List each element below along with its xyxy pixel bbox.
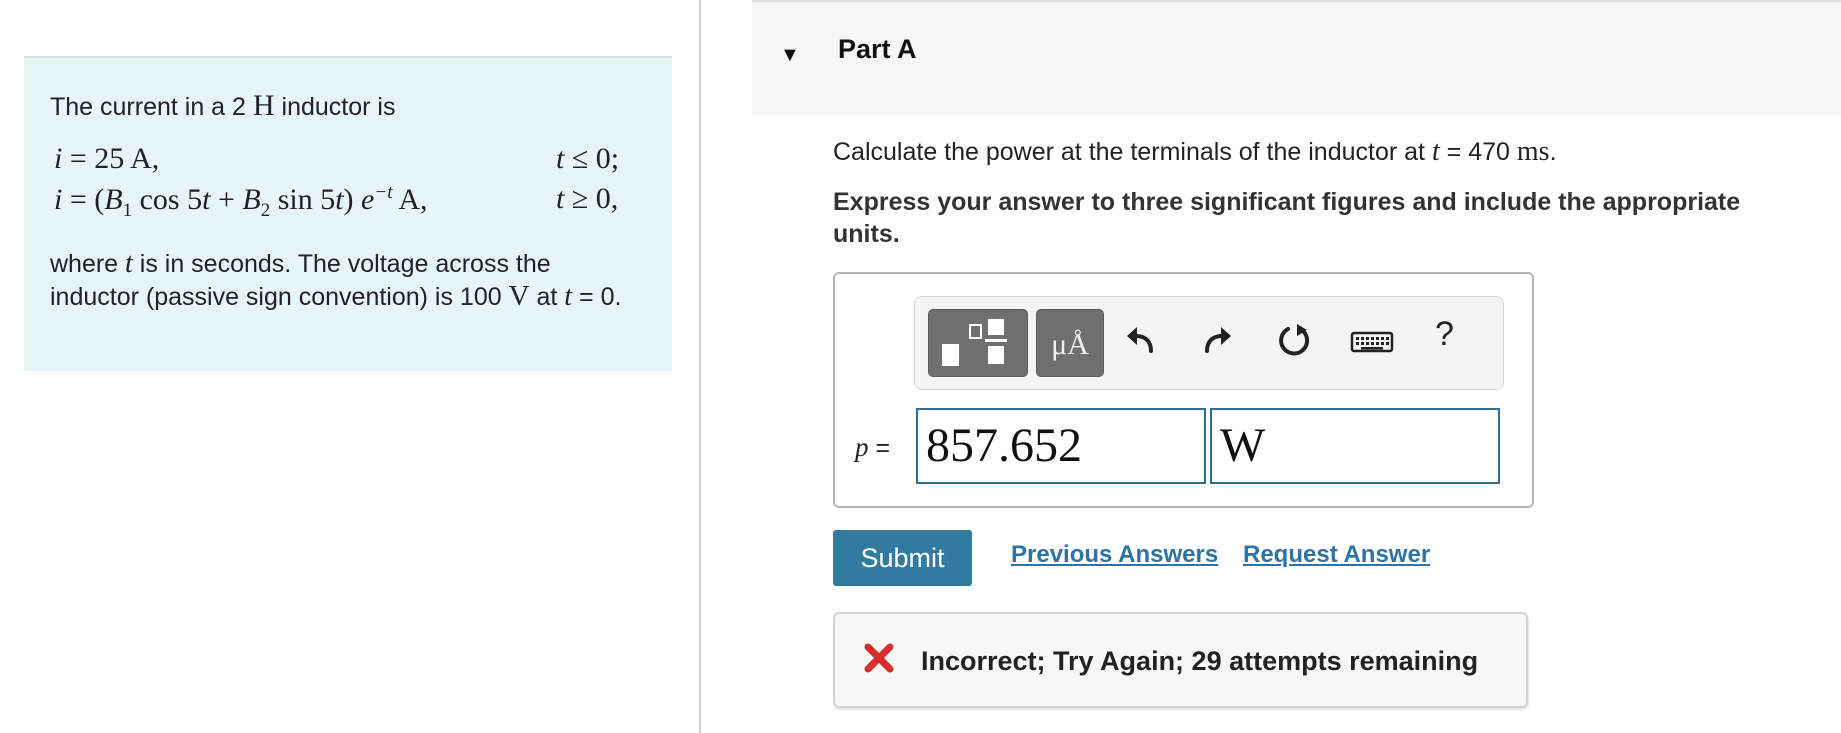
units-button[interactable]: μÅ: [1036, 309, 1104, 377]
feedback-text: Incorrect; Try Again; 29 attempts remain…: [921, 646, 1479, 676]
problem-panel: The current in a 2 H inductor is i = 25 …: [24, 56, 672, 371]
answer-value-input[interactable]: 857.652: [916, 408, 1206, 484]
part-header[interactable]: ▼ Part A: [752, 0, 1841, 115]
request-answer-link[interactable]: Request Answer: [1243, 541, 1430, 569]
answer-box: μÅ ? p = 857.652 W: [833, 272, 1534, 508]
math-toolbar: μÅ ?: [914, 296, 1504, 390]
problem-description: where t is in seconds. The voltage acros…: [50, 248, 622, 312]
condition-2: t ≥ 0,: [556, 182, 619, 215]
current-equation-1: i = 25 A,: [54, 142, 160, 175]
current-equation-2: i = (B1 cos 5t + B2 sin 5t) e−t A,: [54, 182, 428, 221]
panel-divider: [699, 0, 701, 733]
question-text: Calculate the power at the terminals of …: [833, 136, 1557, 167]
part-title: Part A: [838, 34, 917, 64]
submit-button[interactable]: Submit: [833, 530, 972, 586]
feedback-message: Incorrect; Try Again; 29 attempts remain…: [833, 612, 1528, 708]
keyboard-icon[interactable]: [1349, 321, 1395, 361]
template-button[interactable]: [928, 309, 1028, 377]
answer-unit-input[interactable]: W: [1210, 408, 1500, 484]
reset-icon[interactable]: [1275, 321, 1315, 361]
collapse-caret-icon[interactable]: ▼: [780, 44, 800, 67]
previous-answers-link[interactable]: Previous Answers: [1011, 541, 1218, 569]
answer-instruction: Express your answer to three significant…: [833, 188, 1741, 248]
redo-icon[interactable]: [1197, 321, 1237, 361]
fraction-template-icon: [942, 319, 1007, 366]
problem-intro: The current in a 2 H inductor is: [50, 89, 396, 122]
undo-icon[interactable]: [1121, 321, 1161, 361]
condition-1: t ≤ 0;: [556, 142, 620, 175]
incorrect-x-icon: [864, 643, 894, 673]
answer-variable-label: p =: [855, 432, 891, 462]
help-button[interactable]: ?: [1435, 315, 1454, 354]
